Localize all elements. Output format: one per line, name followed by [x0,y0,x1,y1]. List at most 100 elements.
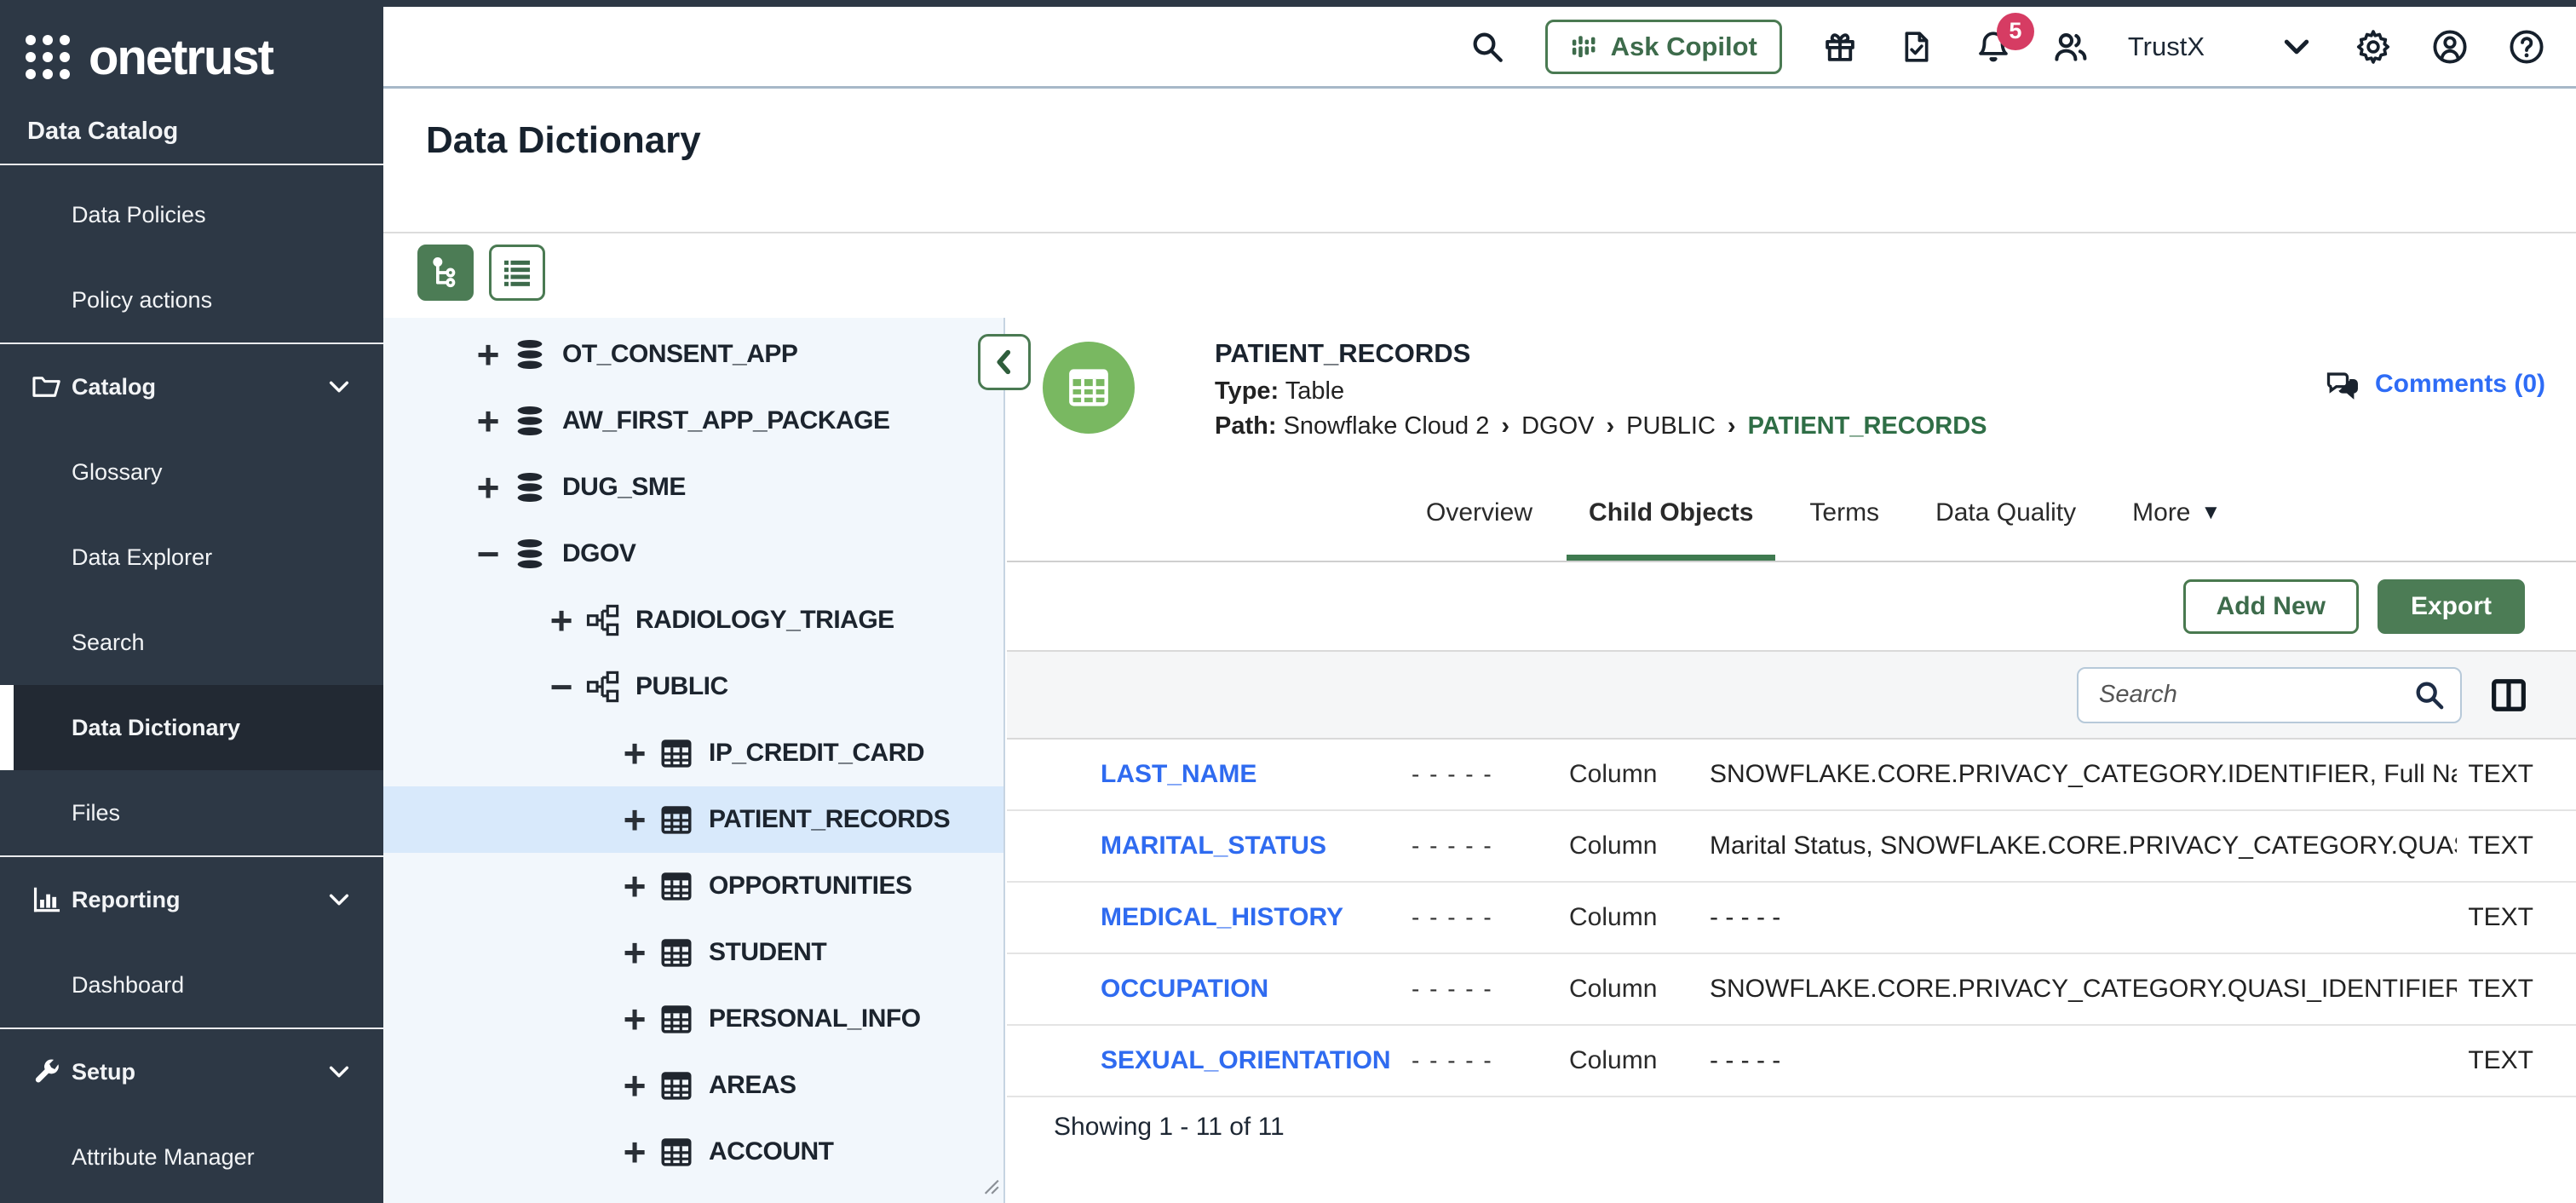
table-icon [654,867,699,905]
tree-item-label: PATIENT_RECORDS [709,805,950,834]
ask-copilot-label: Ask Copilot [1611,32,1757,62]
sidebar-item-data-dictionary[interactable]: Data Dictionary [0,685,383,770]
tree-item-label: DGOV [562,539,635,568]
tab-label: Data Quality [1935,498,2076,527]
tree-item-dgov[interactable]: − DGOV [383,521,1003,587]
search-input-icon[interactable] [2412,678,2447,717]
topbar: Ask Copilot 5 TrustX [383,7,2576,89]
column-name-link[interactable]: LAST_NAME [1101,760,1412,789]
column-description: SNOWFLAKE.CORE.PRIVACY_CATEGORY.IDENTIFI… [1710,760,2457,789]
expand-node-icon[interactable]: + [469,468,508,507]
table-search-input[interactable] [2077,667,2462,723]
column-name-link[interactable]: OCCUPATION [1101,975,1412,1004]
chevron-down-icon[interactable] [2278,28,2315,66]
column-description: - - - - - [1710,1046,2457,1075]
column-name-link[interactable]: SEXUAL_ORIENTATION [1101,1046,1412,1075]
help-icon[interactable] [2508,28,2545,66]
tree-item-opportunities[interactable]: +OPPORTUNITIES [383,853,1003,919]
tab-data-quality[interactable]: Data Quality [1913,471,2098,561]
comments-icon [2324,366,2361,403]
sidebar-item-search[interactable]: Search [0,600,383,685]
tree-item-public[interactable]: − PUBLIC [383,653,1003,720]
expand-node-icon[interactable]: + [469,335,508,374]
tab-label: Terms [1809,498,1879,527]
tree-item-aw_first_app_package[interactable]: +AW_FIRST_APP_PACKAGE [383,388,1003,454]
column-picker-icon[interactable] [2486,672,2532,718]
collapse-node-icon[interactable]: − [542,667,581,706]
export-button[interactable]: Export [2378,579,2525,634]
expand-node-icon[interactable]: + [615,933,654,972]
account-icon[interactable] [2431,28,2469,66]
column-data-type: TEXT [2457,903,2576,932]
sidebar-item-reporting[interactable]: Reporting [0,857,383,942]
add-new-button[interactable]: Add New [2183,579,2359,634]
brand-logo[interactable]: onetrust [0,0,383,89]
column-name-link[interactable]: MARITAL_STATUS [1101,832,1412,861]
chevron-down-icon[interactable] [325,1058,353,1085]
document-check-icon[interactable] [1898,28,1935,66]
tab-terms[interactable]: Terms [1787,471,1901,561]
expand-node-icon[interactable]: + [615,734,654,773]
sidebar-item-dashboard[interactable]: Dashboard [0,942,383,1027]
expand-node-icon[interactable]: + [469,401,508,440]
collapse-panel-button[interactable] [978,334,1031,390]
view-toggle [417,245,545,301]
tree-item-label: RADIOLOGY_TRIAGE [635,606,894,635]
list-view-button[interactable] [489,245,545,301]
expand-node-icon[interactable]: + [615,1066,654,1105]
collapse-node-icon[interactable]: − [469,534,508,573]
breadcrumb-public[interactable]: PUBLIC [1626,412,1716,440]
column-name-link[interactable]: MEDICAL_HISTORY [1101,903,1412,932]
comments-link[interactable]: Comments (0) [2324,366,2545,403]
entity-header: PATIENT_RECORDS Type: Table Path: Snowfl… [1007,318,2576,471]
entity-path: Path: Snowflake Cloud 2›DGOV›PUBLIC›PATI… [1215,412,1987,440]
sidebar-item-files[interactable]: Files [0,770,383,855]
sidebar-item-attribute-manager[interactable]: Attribute Manager [0,1114,383,1200]
sidebar-item-data-policies[interactable]: Data Policies [0,172,383,257]
tab-more[interactable]: More▼ [2110,471,2243,561]
search-icon[interactable] [1469,28,1506,66]
tree-item-ot_consent_app[interactable]: +OT_CONSENT_APP [383,321,1003,388]
chevron-down-icon[interactable] [325,373,353,400]
breadcrumb-snowflake-cloud-2[interactable]: Snowflake Cloud 2 [1284,412,1490,440]
sidebar-item-glossary[interactable]: Glossary [0,429,383,515]
sidebar-item-label: Attribute Manager [72,1144,255,1171]
resize-handle[interactable] [978,1173,1000,1200]
sidebar-item-data-explorer[interactable]: Data Explorer [0,515,383,600]
tree-item-ip_credit_card[interactable]: +IP_CREDIT_CARD [383,720,1003,786]
sidebar-item-label: Data Explorer [72,544,212,571]
object-type: Column [1569,903,1710,932]
expand-node-icon[interactable]: + [615,999,654,1039]
tab-child-objects[interactable]: Child Objects [1567,471,1775,561]
tree-view-button[interactable] [417,245,474,301]
notifications-bell[interactable]: 5 [1975,28,2012,66]
tree-item-personal_info[interactable]: +PERSONAL_INFO [383,986,1003,1052]
tree-item-patient_records[interactable]: + PATIENT_RECORDS [383,786,1003,853]
sidebar-item-setup[interactable]: Setup [0,1029,383,1114]
expand-node-icon[interactable]: + [542,601,581,640]
tree-item-radiology_triage[interactable]: + RADIOLOGY_TRIAGE [383,587,1003,653]
gift-icon[interactable] [1821,28,1859,66]
users-icon[interactable] [2051,28,2089,66]
tree-item-dug_sme[interactable]: +DUG_SME [383,454,1003,521]
tab-overview[interactable]: Overview [1404,471,1555,561]
tenant-name[interactable]: TrustX [2128,32,2205,62]
ask-copilot-button[interactable]: Ask Copilot [1545,20,1782,74]
tree-item-student[interactable]: + STUDENT [383,919,1003,986]
tree-item-label: STUDENT [709,938,826,967]
sidebar-item-policy-actions[interactable]: Policy actions [0,257,383,342]
expand-node-icon[interactable]: + [615,866,654,906]
tree-item-label: PUBLIC [635,672,728,701]
table-avatar [1043,342,1135,434]
sidebar-item-label: Files [72,800,120,826]
sidebar-item-catalog[interactable]: Catalog [0,344,383,429]
expand-node-icon[interactable]: + [615,800,654,839]
tree-item-account[interactable]: +ACCOUNT [383,1119,1003,1185]
gear-icon[interactable] [2355,28,2392,66]
chevron-left-icon [990,348,1019,377]
breadcrumb-dgov[interactable]: DGOV [1521,412,1594,440]
chevron-down-icon[interactable] [325,886,353,913]
expand-node-icon[interactable]: + [615,1132,654,1171]
detail-panel: PATIENT_RECORDS Type: Table Path: Snowfl… [1007,318,2576,1203]
tree-item-areas[interactable]: +AREAS [383,1052,1003,1119]
